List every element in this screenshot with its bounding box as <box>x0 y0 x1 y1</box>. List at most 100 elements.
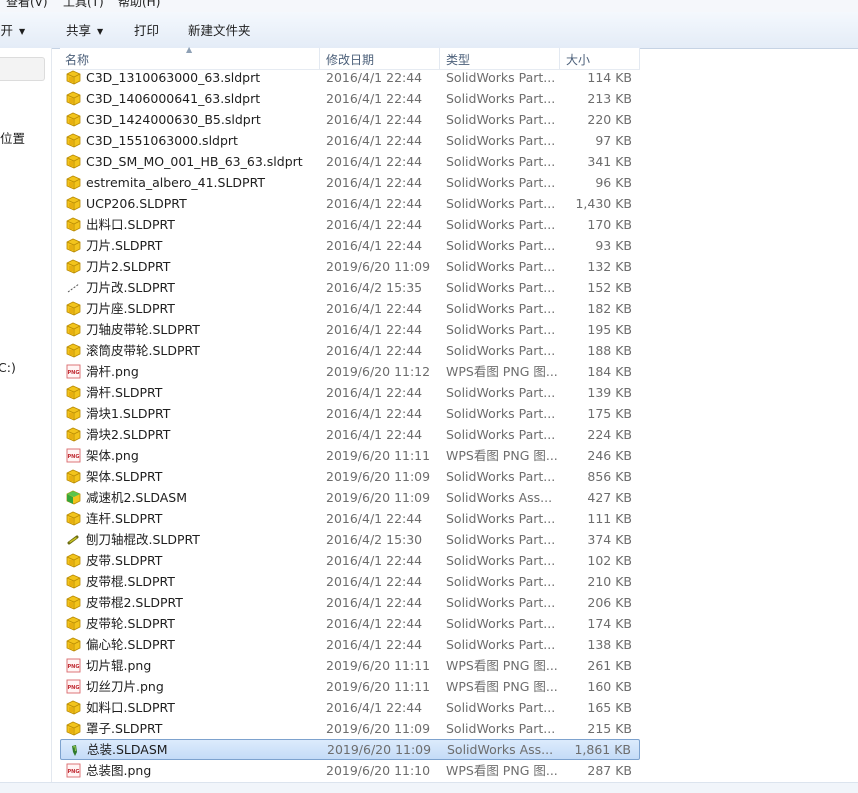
new-folder-button[interactable]: 新建文件夹 <box>188 22 251 40</box>
column-divider[interactable] <box>639 48 640 69</box>
file-row[interactable]: 刀片.SLDPRT 2016/4/1 22:44 SolidWorks Part..… <box>60 235 640 256</box>
nav-item-drive[interactable]: C:) <box>0 360 16 375</box>
file-row[interactable]: 滑块2.SLDPRT 2016/4/1 22:44 SolidWorks Part.… <box>60 424 640 445</box>
file-row[interactable]: 皮带棍.SLDPRT 2016/4/1 22:44 SolidWorks Part.… <box>60 571 640 592</box>
file-size: 224 KB <box>587 427 632 442</box>
column-divider[interactable] <box>559 48 560 69</box>
file-row[interactable]: C3D_1551063000.sldprt 2016/4/1 22:44 Solid… <box>60 130 640 151</box>
file-row[interactable]: 皮带.SLDPRT 2016/4/1 22:44 SolidWorks Part..… <box>60 550 640 571</box>
svg-text:PNG: PNG <box>68 370 80 376</box>
file-modified-date: 2019/6/20 11:11 <box>326 448 431 463</box>
file-row[interactable]: 偏心轮.SLDPRT 2016/4/1 22:44 SolidWorks Part.… <box>60 634 640 655</box>
file-name: 刨刀轴棍改.SLDPRT <box>86 532 200 547</box>
column-header-date[interactable]: 修改日期 <box>326 48 374 69</box>
menu-tools[interactable]: 工具(T) <box>63 0 104 8</box>
file-row[interactable]: 刀轴皮带轮.SLDPRT 2016/4/1 22:44 SolidWorks Par… <box>60 319 640 340</box>
file-type: SolidWorks Part... <box>446 70 556 85</box>
file-row[interactable]: 滚筒皮带轮.SLDPRT 2016/4/1 22:44 SolidWorks Par… <box>60 340 640 361</box>
solidworks-part-icon <box>66 259 81 274</box>
open-button[interactable]: 打开 ▼ <box>0 22 25 40</box>
file-modified-date: 2016/4/1 22:44 <box>326 343 423 358</box>
menu-help[interactable]: 帮助(H) <box>118 0 160 8</box>
file-row[interactable]: PNG 滑杆.png 2019/6/20 11:12 WPS看图 PNG 图... 18… <box>60 361 640 382</box>
file-size: 93 KB <box>595 238 632 253</box>
file-type: SolidWorks Part... <box>446 112 556 127</box>
solidworks-part-icon <box>66 721 81 736</box>
file-row[interactable]: PNG 架体.png 2019/6/20 11:11 WPS看图 PNG 图... 24… <box>60 445 640 466</box>
assembly-thumbnail-icon <box>67 743 82 758</box>
solidworks-assembly-icon <box>66 490 81 505</box>
column-divider[interactable] <box>319 48 320 69</box>
solidworks-part-icon <box>66 91 81 106</box>
file-name: 滑块2.SLDPRT <box>86 427 171 442</box>
solidworks-part-icon <box>66 238 81 253</box>
file-row[interactable]: 如料口.SLDPRT 2016/4/1 22:44 SolidWorks Part.… <box>60 697 640 718</box>
chevron-down-icon: ▼ <box>19 27 26 36</box>
file-size: 152 KB <box>587 280 632 295</box>
file-name: estremita_albero_41.SLDPRT <box>86 175 265 190</box>
file-row[interactable]: PNG 总装图.png 2019/6/20 11:10 WPS看图 PNG 图... 2… <box>60 760 640 781</box>
solidworks-part-icon <box>66 406 81 421</box>
file-row[interactable]: 皮带棍2.SLDPRT 2016/4/1 22:44 SolidWorks Part… <box>60 592 640 613</box>
file-name: 如料口.SLDPRT <box>86 700 175 715</box>
file-row[interactable]: 刀片2.SLDPRT 2019/6/20 11:09 SolidWorks Part… <box>60 256 640 277</box>
file-row[interactable]: 滑杆.SLDPRT 2016/4/1 22:44 SolidWorks Part..… <box>60 382 640 403</box>
file-size: 184 KB <box>587 364 632 379</box>
column-header-name[interactable]: 名称 <box>65 48 89 69</box>
file-row[interactable]: 刨刀轴棍改.SLDPRT 2016/4/2 15:30 SolidWorks Par… <box>60 529 640 550</box>
column-header-type[interactable]: 类型 <box>446 48 470 69</box>
solidworks-part-icon <box>66 469 81 484</box>
file-row[interactable]: 皮带轮.SLDPRT 2016/4/1 22:44 SolidWorks Part.… <box>60 613 640 634</box>
svg-text:PNG: PNG <box>68 685 80 691</box>
file-row[interactable]: C3D_1424000630_B5.sldprt 2016/4/1 22:44 So… <box>60 109 640 130</box>
file-row[interactable]: C3D_SM_MO_001_HB_63_63.sldprt 2016/4/1 22… <box>60 151 640 172</box>
file-row[interactable]: 架体.SLDPRT 2019/6/20 11:09 SolidWorks Part.… <box>60 466 640 487</box>
file-size: 111 KB <box>587 511 632 526</box>
file-name: 总装.SLDASM <box>87 742 168 757</box>
file-type: SolidWorks Part... <box>446 616 556 631</box>
file-size: 261 KB <box>587 658 632 673</box>
file-modified-date: 2019/6/20 11:09 <box>326 721 431 736</box>
file-row[interactable]: C3D_1406000641_63.sldprt 2016/4/1 22:44 So… <box>60 88 640 109</box>
solidworks-part-icon <box>66 385 81 400</box>
file-modified-date: 2016/4/1 22:44 <box>326 511 423 526</box>
column-divider[interactable] <box>439 48 440 69</box>
file-size: 132 KB <box>587 259 632 274</box>
file-name: UCP206.SLDPRT <box>86 196 187 211</box>
column-header-size[interactable]: 大小 <box>566 48 590 69</box>
nav-search-box[interactable] <box>0 57 45 81</box>
print-button[interactable]: 打印 <box>134 22 159 40</box>
solidworks-part-icon <box>66 511 81 526</box>
png-file-icon: PNG <box>66 448 81 463</box>
file-row[interactable]: C3D_1310063000_63.sldprt 2016/4/1 22:44 So… <box>60 67 640 88</box>
file-modified-date: 2019/6/20 11:11 <box>326 679 431 694</box>
file-row[interactable]: 罩子.SLDPRT 2019/6/20 11:09 SolidWorks Part.… <box>60 718 640 739</box>
file-name: 滑杆.png <box>86 364 139 379</box>
file-type: SolidWorks Part... <box>446 238 556 253</box>
file-row[interactable]: UCP206.SLDPRT 2016/4/1 22:44 SolidWorks Pa… <box>60 193 640 214</box>
svg-text:PNG: PNG <box>68 454 80 460</box>
file-row[interactable]: 连杆.SLDPRT 2016/4/1 22:44 SolidWorks Part..… <box>60 508 640 529</box>
file-row[interactable]: 刀片改.SLDPRT 2016/4/2 15:35 SolidWorks Part.… <box>60 277 640 298</box>
svg-text:PNG: PNG <box>68 769 80 775</box>
file-modified-date: 2019/6/20 11:09 <box>326 490 431 505</box>
menu-view[interactable]: 查看(V) <box>6 0 48 8</box>
file-row[interactable]: 总装.SLDASM 2019/6/20 11:09 SolidWorks Ass..… <box>60 739 640 760</box>
file-name: 滚筒皮带轮.SLDPRT <box>86 343 200 358</box>
solidworks-part-icon <box>66 595 81 610</box>
file-row[interactable]: 出料口.SLDPRT 2016/4/1 22:44 SolidWorks Part.… <box>60 214 640 235</box>
file-row[interactable]: 刀片座.SLDPRT 2016/4/1 22:44 SolidWorks Part.… <box>60 298 640 319</box>
file-size: 220 KB <box>587 112 632 127</box>
file-row[interactable]: 减速机2.SLDASM 2019/6/20 11:09 SolidWorks Ass… <box>60 487 640 508</box>
solidworks-part-icon <box>66 301 81 316</box>
file-row[interactable]: PNG 切丝刀片.png 2019/6/20 11:11 WPS看图 PNG 图...… <box>60 676 640 697</box>
file-row[interactable]: 滑块1.SLDPRT 2016/4/1 22:44 SolidWorks Part.… <box>60 403 640 424</box>
file-row[interactable]: PNG 切片辊.png 2019/6/20 11:11 WPS看图 PNG 图... 2… <box>60 655 640 676</box>
solidworks-part-icon <box>66 175 81 190</box>
share-button[interactable]: 共享 ▼ <box>66 22 103 40</box>
file-size: 160 KB <box>587 679 632 694</box>
file-name: 架体.SLDPRT <box>86 469 163 484</box>
nav-item-location[interactable]: 位置 <box>0 128 25 147</box>
file-name: 切丝刀片.png <box>86 679 164 694</box>
file-row[interactable]: estremita_albero_41.SLDPRT 2016/4/1 22:44… <box>60 172 640 193</box>
